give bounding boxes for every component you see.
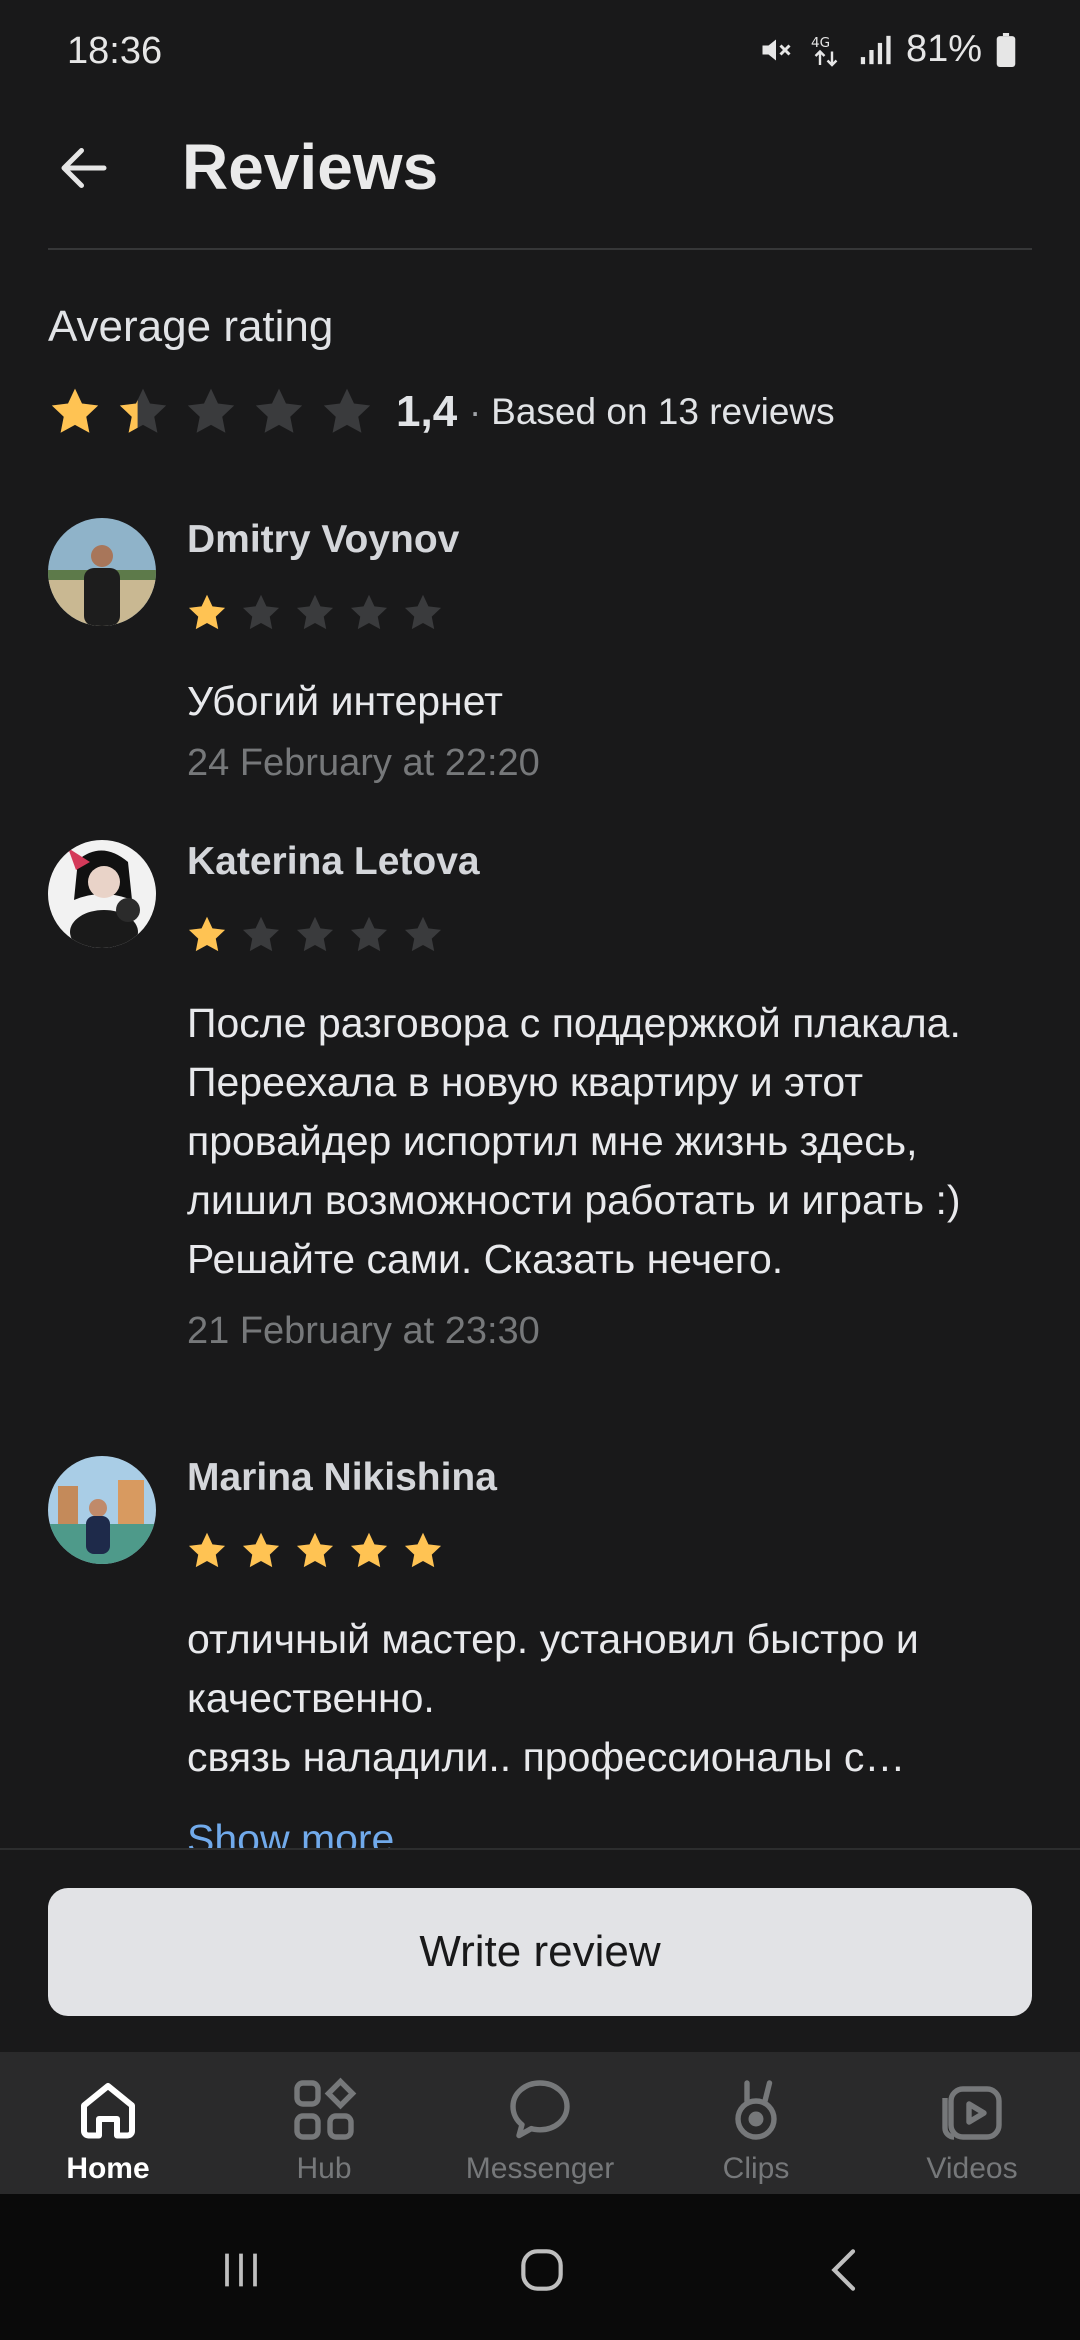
clips-icon xyxy=(716,2070,796,2150)
tab-label: Messenger xyxy=(465,2152,615,2185)
star-filled-icon xyxy=(188,594,226,630)
star-empty-icon xyxy=(350,594,388,630)
review-count: Based on 13 reviews xyxy=(491,391,835,432)
star-empty-icon xyxy=(187,388,235,433)
back-button[interactable] xyxy=(48,132,120,204)
status-icons: 4G 81% xyxy=(758,28,1016,71)
tab-clips[interactable]: Clips xyxy=(648,2052,864,2194)
star-empty-icon xyxy=(242,916,280,952)
home-circle-icon xyxy=(521,2249,563,2291)
star-empty-icon xyxy=(323,388,371,433)
show-more-link[interactable]: Show more xyxy=(187,1816,394,1848)
star-filled-icon xyxy=(188,1532,226,1568)
star-half-icon xyxy=(119,388,167,433)
battery-percentage: 81% xyxy=(905,28,982,70)
bottom-tab-bar: Home Hub Messenger Clips Videos xyxy=(0,2052,1080,2194)
chevron-left-icon xyxy=(831,2249,856,2291)
reviews-screen: 18:36 4G 81% Reviews Average rating 1,4 … xyxy=(0,0,1080,2340)
review-stars xyxy=(186,1530,444,1572)
arrow-left-icon xyxy=(61,148,107,188)
average-rating-value: 1,4 xyxy=(396,387,458,436)
tab-label: Videos xyxy=(926,2152,1018,2185)
videos-icon xyxy=(932,2070,1012,2150)
review-text: отличный мастер. установил быстро и каче… xyxy=(187,1616,919,1780)
tab-label: Hub xyxy=(296,2152,352,2185)
tab-home[interactable]: Home xyxy=(0,2052,216,2194)
star-filled-icon xyxy=(404,1532,442,1568)
tab-videos[interactable]: Videos xyxy=(864,2052,1080,2194)
review-text: После разговора с поддержкой плакала. Пе… xyxy=(187,1000,961,1282)
review-text: Убогий интернет xyxy=(187,678,503,724)
hub-icon xyxy=(284,2070,364,2150)
network-4g-icon: 4G xyxy=(808,32,844,68)
status-bar: 18:36 4G 81% xyxy=(0,0,1080,106)
review-date: 24 February at 22:20 xyxy=(187,742,540,784)
star-filled-icon xyxy=(242,1532,280,1568)
star-empty-icon xyxy=(296,916,334,952)
status-time: 18:36 xyxy=(67,30,163,72)
star-empty-icon xyxy=(404,594,442,630)
system-back-button[interactable] xyxy=(806,2230,886,2310)
star-empty-icon xyxy=(404,916,442,952)
write-review-button[interactable]: Write review xyxy=(48,1888,1032,2016)
star-empty-icon xyxy=(296,594,334,630)
write-review-area: Write review xyxy=(0,1848,1080,2052)
separator-dot: · xyxy=(469,391,482,432)
average-rating-label: Average rating xyxy=(48,302,334,351)
tab-label: Clips xyxy=(722,2152,790,2185)
signal-icon xyxy=(858,32,892,68)
reviews-content[interactable]: Average rating 1,4 · Based on 13 reviews… xyxy=(0,250,1080,1848)
home-icon xyxy=(68,2070,148,2150)
system-navigation-bar xyxy=(0,2194,1080,2340)
tab-hub[interactable]: Hub xyxy=(216,2052,432,2194)
avatar[interactable] xyxy=(48,518,156,626)
battery-icon xyxy=(996,32,1016,67)
messenger-icon xyxy=(500,2070,580,2150)
review-stars xyxy=(186,914,444,956)
star-filled-icon xyxy=(51,388,99,433)
recent-apps-icon xyxy=(225,2253,257,2287)
reviewer-name[interactable]: Katerina Letova xyxy=(187,840,480,884)
star-filled-icon xyxy=(350,1532,388,1568)
star-empty-icon xyxy=(350,916,388,952)
app-header: Reviews xyxy=(0,106,1080,250)
page-title: Reviews xyxy=(182,131,439,203)
star-filled-icon xyxy=(188,916,226,952)
star-empty-icon xyxy=(242,594,280,630)
average-rating-row: 1,4 · Based on 13 reviews xyxy=(48,382,835,442)
star-filled-icon xyxy=(296,1532,334,1568)
svg-text:4G: 4G xyxy=(811,35,830,51)
review-date: 21 February at 23:30 xyxy=(187,1310,540,1352)
average-stars xyxy=(48,385,374,439)
avatar[interactable] xyxy=(48,1456,156,1564)
star-empty-icon xyxy=(255,388,303,433)
avatar[interactable] xyxy=(48,840,156,948)
home-system-button[interactable] xyxy=(502,2230,582,2310)
tab-messenger[interactable]: Messenger xyxy=(432,2052,648,2194)
recent-apps-button[interactable] xyxy=(201,2230,281,2310)
tab-label: Home xyxy=(66,2152,150,2185)
reviewer-name[interactable]: Dmitry Voynov xyxy=(187,518,459,562)
mute-icon xyxy=(758,32,794,68)
review-stars xyxy=(186,592,444,634)
reviewer-name[interactable]: Marina Nikishina xyxy=(187,1456,497,1500)
